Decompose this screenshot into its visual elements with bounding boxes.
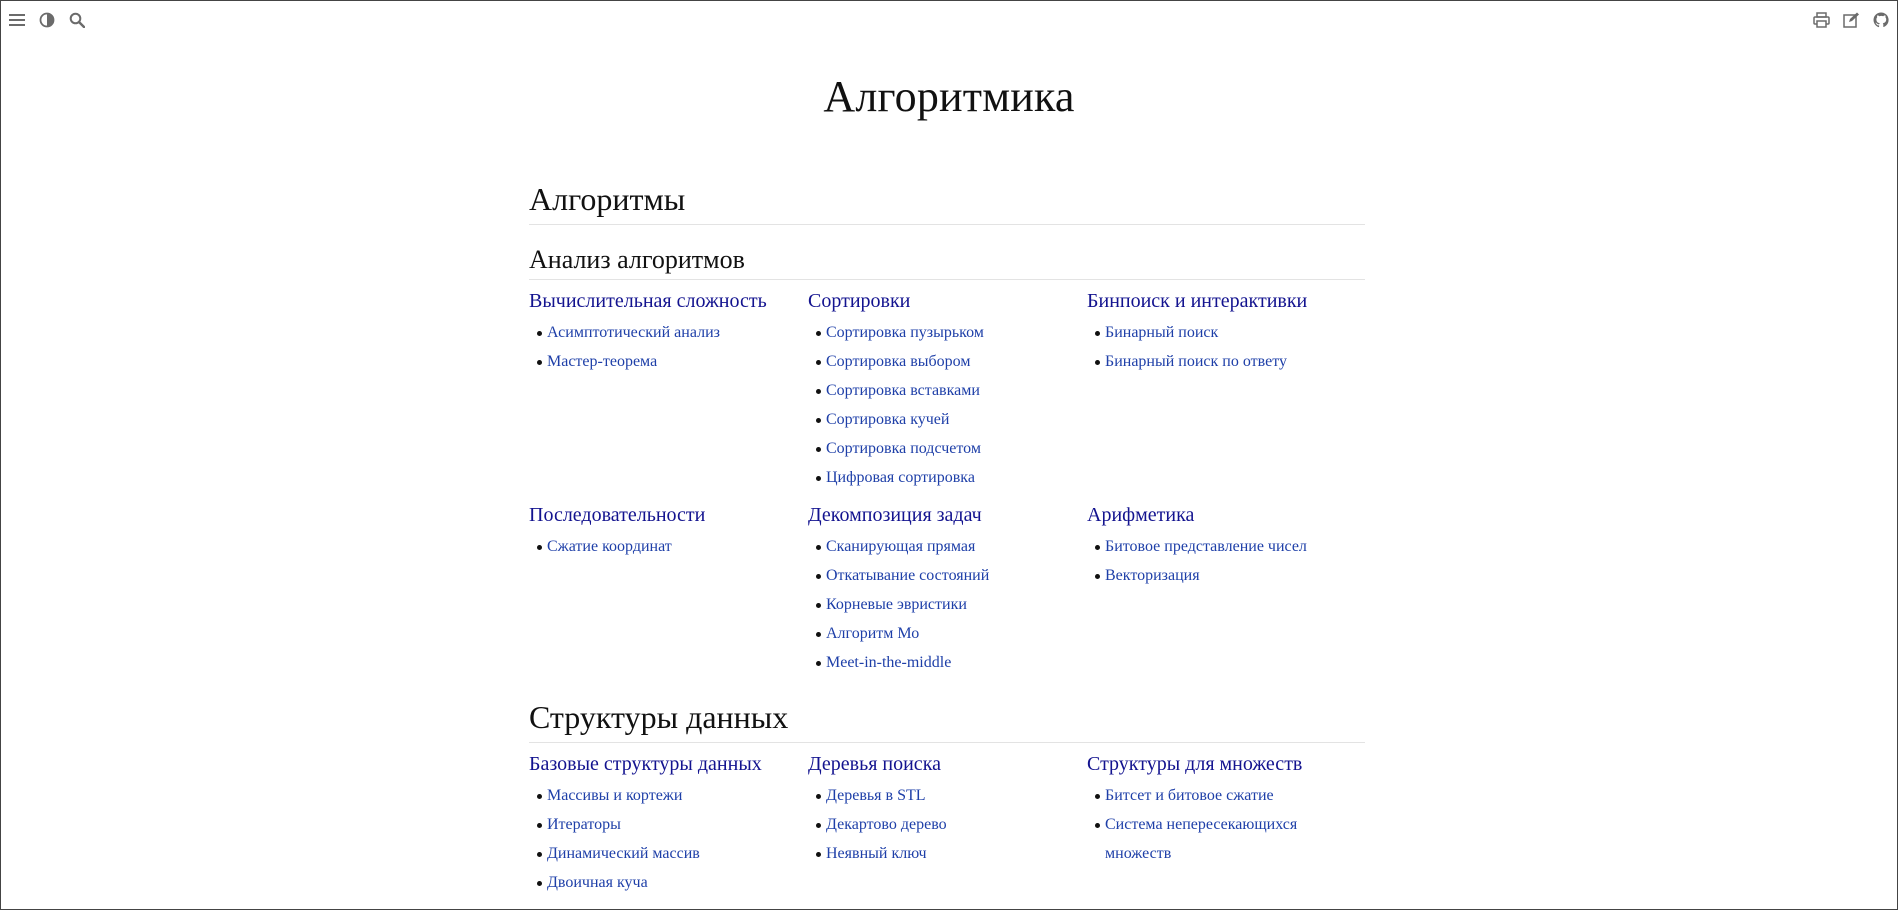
article-link[interactable]: Цифровая сортировка — [826, 469, 975, 486]
search-icon[interactable] — [67, 10, 87, 30]
article-link[interactable]: Meet-in-the-middle — [826, 654, 951, 671]
edit-icon[interactable] — [1841, 10, 1861, 30]
subsection-heading: Анализ алгоритмов — [529, 245, 1365, 280]
list-item: Сканирующая прямая — [816, 532, 1087, 561]
list-item: Динамический массив — [537, 839, 808, 868]
article-link[interactable]: Массивы и кортежи — [547, 787, 682, 804]
topic-list: Битсет и битовое сжатие Система непересек… — [1087, 781, 1365, 868]
section-heading: Структуры данных — [529, 699, 1365, 743]
section-heading: Алгоритмы — [529, 181, 1365, 225]
topic-column: Бинпоиск и интерактивки Бинарный поиск Бин… — [1087, 288, 1365, 492]
topic-list: Массивы и кортежи Итераторы Динамический м… — [529, 781, 808, 897]
list-item: Сжатие координат — [537, 532, 808, 561]
article-link[interactable]: Деревья в STL — [826, 787, 926, 804]
article-link[interactable]: Бинарный поиск — [1105, 324, 1218, 341]
list-item: Сортировка выбором — [816, 347, 1087, 376]
article-link[interactable]: Алгоритм Мо — [826, 625, 919, 642]
topic-list: Бинарный поиск Бинарный поиск по ответу — [1087, 318, 1365, 376]
list-item: Битовое представление чисел — [1095, 532, 1365, 561]
list-item: Итераторы — [537, 810, 808, 839]
topic-list: Сканирующая прямая Откатывание состояний К… — [808, 532, 1087, 677]
article-link[interactable]: Мастер-теорема — [547, 353, 657, 370]
topic-list: Сжатие координат — [529, 532, 808, 561]
topic-title-link[interactable]: Сортировки — [808, 288, 1087, 314]
topic-column: Декомпозиция задач Сканирующая прямая Отка… — [808, 502, 1087, 677]
topic-title-link[interactable]: Декомпозиция задач — [808, 502, 1087, 528]
article-link[interactable]: Динамический массив — [547, 845, 700, 862]
article-link[interactable]: Асимптотический анализ — [547, 324, 720, 341]
topic-title-link[interactable]: Бинпоиск и интерактивки — [1087, 288, 1365, 314]
list-item: Откатывание состояний — [816, 561, 1087, 590]
topic-list: Битовое представление чисел Векторизация — [1087, 532, 1365, 590]
top-toolbar — [1, 1, 1897, 39]
print-icon[interactable] — [1811, 10, 1831, 30]
topic-title-link[interactable]: Вычислительная сложность — [529, 288, 808, 314]
topic-column: Деревья поиска Деревья в STL Декартово дер… — [808, 751, 1087, 897]
topic-column: Сортировки Сортировка пузырьком Сортировка… — [808, 288, 1087, 492]
article-link[interactable]: Система непересекающихся множеств — [1105, 816, 1297, 862]
list-item: Корневые эвристики — [816, 590, 1087, 619]
topic-column: Последовательности Сжатие координат — [529, 502, 808, 677]
list-item: Асимптотический анализ — [537, 318, 808, 347]
list-item: Система непересекающихся множеств — [1095, 810, 1365, 868]
topic-grid: Базовые структуры данных Массивы и кортеж… — [529, 751, 1365, 907]
topic-title-link[interactable]: Арифметика — [1087, 502, 1365, 528]
list-item: Битсет и битовое сжатие — [1095, 781, 1365, 810]
topic-title-link[interactable]: Последовательности — [529, 502, 808, 528]
list-item: Бинарный поиск — [1095, 318, 1365, 347]
toolbar-right — [1811, 10, 1891, 30]
article-link[interactable]: Декартово дерево — [826, 816, 947, 833]
list-item: Бинарный поиск по ответу — [1095, 347, 1365, 376]
main-content: Алгоритмы Анализ алгоритмов Вычислительн… — [529, 181, 1365, 907]
list-item: Декартово дерево — [816, 810, 1087, 839]
list-item: Мастер-теорема — [537, 347, 808, 376]
list-item: Алгоритм Мо — [816, 619, 1087, 648]
article-link[interactable]: Битсет и битовое сжатие — [1105, 787, 1274, 804]
list-item: Двоичная куча — [537, 868, 808, 897]
article-link[interactable]: Сортировка кучей — [826, 411, 949, 428]
list-item: Цифровая сортировка — [816, 463, 1087, 492]
list-item: Неявный ключ — [816, 839, 1087, 868]
article-link[interactable]: Неявный ключ — [826, 845, 927, 862]
article-link[interactable]: Сортировка выбором — [826, 353, 970, 370]
menu-icon[interactable] — [7, 10, 27, 30]
article-link[interactable]: Откатывание состояний — [826, 567, 989, 584]
list-item: Векторизация — [1095, 561, 1365, 590]
article-link[interactable]: Корневые эвристики — [826, 596, 967, 613]
topic-column: Структуры для множеств Битсет и битовое с… — [1087, 751, 1365, 897]
topic-column: Вычислительная сложность Асимптотический … — [529, 288, 808, 492]
topic-column: Базовые структуры данных Массивы и кортеж… — [529, 751, 808, 897]
theme-toggle-icon[interactable] — [37, 10, 57, 30]
list-item: Сортировка вставками — [816, 376, 1087, 405]
list-item: Сортировка подсчетом — [816, 434, 1087, 463]
topic-list: Сортировка пузырьком Сортировка выбором Со… — [808, 318, 1087, 492]
article-link[interactable]: Двоичная куча — [547, 874, 648, 891]
list-item: Деревья в STL — [816, 781, 1087, 810]
article-link[interactable]: Сортировка вставками — [826, 382, 980, 399]
article-link[interactable]: Векторизация — [1105, 567, 1200, 584]
article-link[interactable]: Сканирующая прямая — [826, 538, 975, 555]
article-link[interactable]: Сортировка пузырьком — [826, 324, 984, 341]
topic-column: Арифметика Битовое представление чисел Век… — [1087, 502, 1365, 677]
toolbar-left — [7, 10, 87, 30]
list-item: Meet-in-the-middle — [816, 648, 1087, 677]
article-link[interactable]: Итераторы — [547, 816, 621, 833]
list-item: Сортировка пузырьком — [816, 318, 1087, 347]
topic-list: Асимптотический анализ Мастер-теорема — [529, 318, 808, 376]
article-link[interactable]: Битовое представление чисел — [1105, 538, 1307, 555]
article-link[interactable]: Сортировка подсчетом — [826, 440, 981, 457]
topic-title-link[interactable]: Базовые структуры данных — [529, 751, 808, 777]
list-item: Сортировка кучей — [816, 405, 1087, 434]
page-title: Алгоритмика — [823, 72, 1075, 121]
list-item: Массивы и кортежи — [537, 781, 808, 810]
article-link[interactable]: Сжатие координат — [547, 538, 672, 555]
topic-title-link[interactable]: Деревья поиска — [808, 751, 1087, 777]
github-icon[interactable] — [1871, 10, 1891, 30]
topic-grid: Вычислительная сложность Асимптотический … — [529, 288, 1365, 687]
topic-list: Деревья в STL Декартово дерево Неявный клю… — [808, 781, 1087, 868]
article-link[interactable]: Бинарный поиск по ответу — [1105, 353, 1287, 370]
topic-title-link[interactable]: Структуры для множеств — [1087, 751, 1365, 777]
